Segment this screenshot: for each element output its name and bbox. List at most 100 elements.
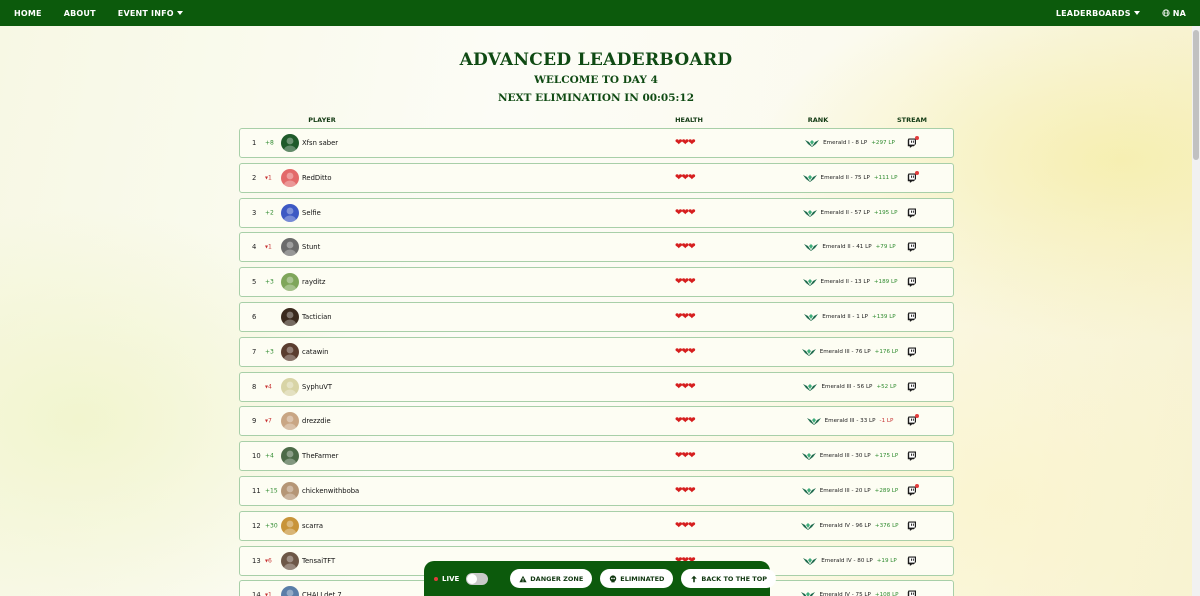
elimination-timer: NEXT ELIMINATION IN 00:05:12 bbox=[497, 92, 695, 104]
player-row[interactable]: 7 +3 catawin ❤❤❤ Emerald III - 76 LP +17… bbox=[239, 336, 954, 367]
twitch-stream-link[interactable] bbox=[907, 170, 919, 183]
player-position: 9 bbox=[252, 417, 257, 426]
live-toggle[interactable] bbox=[466, 572, 489, 585]
player-name[interactable]: chickenwithboba bbox=[302, 487, 359, 495]
avatar-silhouette-icon bbox=[284, 346, 296, 361]
player-name[interactable]: scarra bbox=[302, 522, 323, 530]
twitch-icon bbox=[907, 451, 916, 461]
nav-region[interactable]: NA bbox=[1162, 9, 1186, 18]
twitch-icon bbox=[907, 277, 916, 287]
position-change-value: +3 bbox=[265, 278, 274, 286]
position-change: ▾1 bbox=[265, 174, 272, 181]
emerald-rank-icon bbox=[801, 592, 816, 596]
player-row[interactable]: 10 +4 TheFarmer ❤❤❤ Emerald III - 30 LP … bbox=[239, 441, 954, 472]
position-change: ▾6 bbox=[265, 557, 272, 564]
player-name[interactable]: TensaiTFT bbox=[302, 557, 335, 565]
heart-icon: ❤ bbox=[688, 381, 695, 392]
player-row[interactable]: 9 ▾7 drezzdie ❤❤❤ Emerald III - 33 LP -1… bbox=[239, 406, 954, 437]
player-name[interactable]: Selfie bbox=[302, 209, 321, 217]
health-hearts: ❤❤❤ bbox=[675, 486, 707, 496]
player-name[interactable]: Tactician bbox=[302, 313, 332, 321]
avatar bbox=[281, 273, 299, 292]
avatar bbox=[281, 203, 299, 222]
position-change-value: +30 bbox=[265, 522, 278, 530]
avatar bbox=[281, 168, 299, 187]
globe-icon bbox=[1162, 9, 1170, 17]
rank-text: Emerald III - 76 LP bbox=[819, 348, 871, 355]
player-name[interactable]: SyphuVT bbox=[302, 383, 332, 391]
player-row[interactable]: 4 ▾1 Stunt ❤❤❤ Emerald II - 41 LP +79 LP bbox=[239, 232, 954, 263]
player-row[interactable]: 8 ▾4 SyphuVT ❤❤❤ Emerald III - 56 LP +52… bbox=[239, 371, 954, 402]
avatar bbox=[281, 586, 299, 596]
floating-controls-bar: LIVE DANGER ZONE ELIMINATED BACK TO THE … bbox=[424, 561, 776, 596]
column-header-health: HEALTH bbox=[675, 116, 703, 124]
player-name[interactable]: CHALLdet 7 bbox=[302, 591, 342, 596]
emerald-rank-icon bbox=[804, 313, 819, 321]
twitch-stream-link[interactable] bbox=[907, 521, 917, 531]
player-name[interactable]: RedDitto bbox=[302, 174, 332, 182]
health-hearts: ❤❤❤ bbox=[675, 138, 707, 148]
twitch-stream-link[interactable] bbox=[907, 347, 917, 357]
twitch-stream-link[interactable] bbox=[907, 382, 917, 392]
twitch-stream-link[interactable] bbox=[907, 312, 917, 322]
nav-home[interactable]: HOME bbox=[14, 9, 42, 18]
heart-icon: ❤ bbox=[688, 207, 695, 218]
twitch-stream-link[interactable] bbox=[907, 590, 917, 596]
emerald-rank-icon bbox=[803, 383, 818, 391]
player-row[interactable]: 2 ▾1 RedDitto ❤❤❤ Emerald II - 75 LP +11… bbox=[239, 162, 954, 193]
position-change-value: +4 bbox=[265, 452, 274, 460]
player-position: 8 bbox=[252, 382, 257, 391]
day-subtitle: WELCOME TO DAY 4 bbox=[534, 74, 658, 86]
twitch-stream-link[interactable] bbox=[907, 136, 919, 148]
scrollbar-thumb[interactable] bbox=[1193, 30, 1199, 160]
player-name[interactable]: rayditz bbox=[302, 278, 325, 286]
position-change-value: +15 bbox=[265, 487, 278, 495]
rank-text: Emerald II - 75 LP bbox=[820, 174, 870, 181]
rank-text: Emerald III - 33 LP bbox=[824, 418, 876, 425]
lp-change: +175 LP bbox=[874, 453, 899, 460]
twitch-stream-link[interactable] bbox=[907, 556, 917, 566]
player-row[interactable]: 11 +15 chickenwithboba ❤❤❤ Emerald III -… bbox=[239, 475, 954, 506]
rank-text: Emerald IV - 80 LP bbox=[821, 557, 873, 564]
avatar-silhouette-icon bbox=[284, 137, 296, 152]
player-row[interactable]: 3 +2 Selfie ❤❤❤ Emerald II - 57 LP +195 … bbox=[239, 197, 954, 228]
live-indicator-icon bbox=[915, 414, 919, 419]
twitch-stream-link[interactable] bbox=[907, 242, 917, 252]
avatar-silhouette-icon bbox=[286, 589, 294, 596]
back-to-top-button[interactable]: BACK TO THE TOP bbox=[681, 569, 776, 588]
nav-about[interactable]: ABOUT bbox=[64, 9, 96, 18]
player-name[interactable]: drezzdie bbox=[302, 417, 331, 425]
player-name[interactable]: Stunt bbox=[302, 243, 320, 251]
danger-zone-button[interactable]: DANGER ZONE bbox=[510, 569, 593, 588]
player-position: 1 bbox=[252, 139, 257, 147]
position-change-value: 4 bbox=[268, 383, 272, 391]
emerald-rank-icon bbox=[801, 522, 816, 530]
rank-text: Emerald IV - 75 LP bbox=[819, 592, 871, 596]
player-row[interactable]: 1 +8 Xfsn saber ❤❤❤ Emerald I - 8 LP +29… bbox=[239, 128, 954, 158]
avatar-silhouette-icon bbox=[284, 172, 296, 187]
twitch-stream-link[interactable] bbox=[907, 277, 917, 287]
twitch-icon bbox=[907, 312, 916, 322]
player-row[interactable]: 12 +30 scarra ❤❤❤ Emerald IV - 96 LP +37… bbox=[239, 510, 954, 541]
twitch-stream-link[interactable] bbox=[907, 483, 919, 496]
page-scrollbar[interactable] bbox=[1192, 26, 1200, 596]
player-name[interactable]: TheFarmer bbox=[302, 452, 338, 460]
position-change: +3 bbox=[265, 348, 274, 355]
twitch-stream-link[interactable] bbox=[907, 451, 917, 461]
player-row[interactable]: 5 +3 rayditz ❤❤❤ Emerald II - 13 LP +189… bbox=[239, 267, 954, 298]
player-position: 10 bbox=[252, 452, 261, 461]
player-position: 7 bbox=[252, 347, 257, 356]
eliminated-button[interactable]: ELIMINATED bbox=[600, 569, 674, 588]
player-name[interactable]: catawin bbox=[302, 348, 329, 356]
nav-leaderboards[interactable]: LEADERBOARDS bbox=[1056, 9, 1140, 18]
heart-icon: ❤ bbox=[688, 138, 695, 148]
twitch-stream-link[interactable] bbox=[907, 414, 919, 426]
player-row[interactable]: 6 Tactician ❤❤❤ Emerald II - 1 LP +139 L… bbox=[239, 301, 954, 332]
nav-event-info[interactable]: EVENT INFO bbox=[118, 9, 183, 18]
twitch-stream-link[interactable] bbox=[907, 208, 917, 218]
player-position: 13 bbox=[252, 556, 261, 565]
player-name[interactable]: Xfsn saber bbox=[302, 139, 338, 147]
heart-icon: ❤ bbox=[688, 172, 695, 183]
avatar bbox=[281, 377, 299, 396]
emerald-rank-icon bbox=[803, 557, 818, 565]
